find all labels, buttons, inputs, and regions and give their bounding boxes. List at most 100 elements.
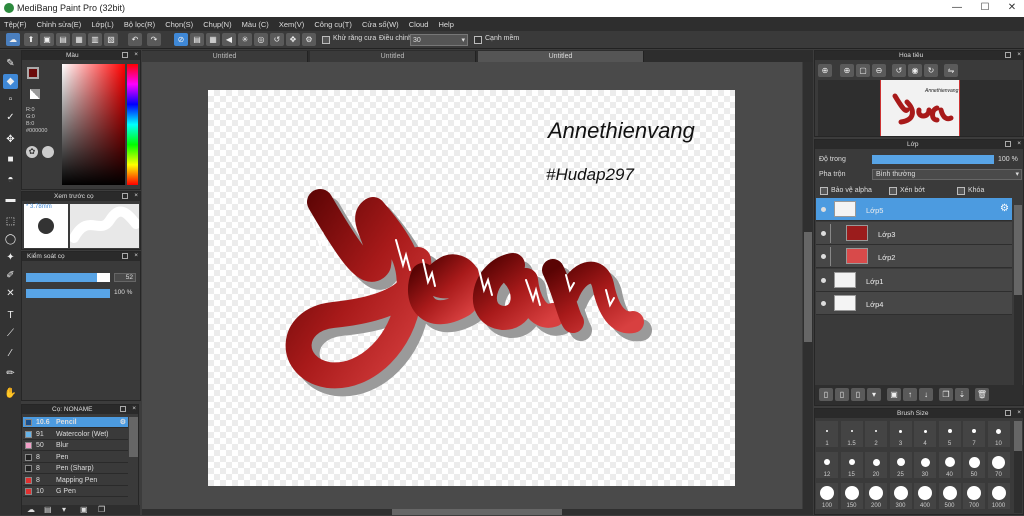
brush-tool-icon[interactable]: ✎ bbox=[3, 56, 18, 71]
pen-tool-icon[interactable]: ✏ bbox=[3, 366, 18, 381]
hue-slider[interactable] bbox=[127, 64, 138, 185]
tone-icon[interactable]: ▦ bbox=[206, 33, 220, 46]
brush-size-option[interactable]: 20 bbox=[865, 452, 887, 478]
menu-filter[interactable]: Bộ lọc(R) bbox=[120, 17, 159, 29]
eye-icon[interactable] bbox=[821, 207, 826, 212]
horizontal-scroll-thumb[interactable] bbox=[392, 509, 562, 515]
select-pen-tool-icon[interactable]: ✐ bbox=[3, 268, 18, 283]
panel-close-icon[interactable]: × bbox=[134, 191, 138, 200]
color-mix-icon[interactable] bbox=[42, 146, 54, 158]
layer-scrollbar[interactable] bbox=[1014, 205, 1022, 385]
brush-size-option[interactable]: 5 bbox=[938, 421, 961, 447]
brush-settings-icon[interactable]: ⚙ bbox=[120, 417, 126, 428]
grid-icon[interactable]: ▥ bbox=[88, 33, 102, 46]
close-button[interactable]: ✕ bbox=[1005, 1, 1019, 15]
horizontal-scrollbar[interactable] bbox=[142, 509, 803, 515]
open-icon[interactable]: ⬆ bbox=[24, 33, 38, 46]
dot-tool-icon[interactable]: ▫ bbox=[3, 92, 18, 107]
select-tool-icon[interactable]: ✓ bbox=[3, 110, 18, 125]
protect-alpha-checkbox[interactable] bbox=[820, 187, 828, 195]
brush-size-input[interactable]: 52 bbox=[114, 273, 136, 282]
brush-size-option[interactable]: 100 bbox=[816, 483, 838, 509]
brush-list-item[interactable]: 10 G Pen bbox=[23, 486, 128, 497]
delete-layer-icon[interactable]: 🗑 bbox=[975, 388, 989, 401]
bucket-tool-icon[interactable]: ◓ bbox=[3, 172, 18, 187]
blend-mode-dropdown[interactable]: Bình thường ▾ bbox=[872, 169, 1022, 180]
duplicate-layer-icon[interactable]: ❐ bbox=[939, 388, 953, 401]
brush-size-option[interactable]: 700 bbox=[963, 483, 985, 509]
rotate-right-icon[interactable]: ↻ bbox=[924, 64, 938, 77]
minimize-button[interactable]: — bbox=[950, 1, 964, 15]
brush-size-scrollbar[interactable] bbox=[1014, 421, 1022, 513]
brush-opacity-slider[interactable] bbox=[26, 289, 110, 298]
layer-row[interactable]: Lớp4 bbox=[816, 292, 1012, 315]
menu-view[interactable]: Xem(V) bbox=[275, 17, 308, 29]
layer-row[interactable]: Lớp1 bbox=[816, 268, 1012, 292]
tab-document-2[interactable]: Untitled bbox=[310, 51, 476, 62]
brush-list-item[interactable]: 50 Blur bbox=[23, 440, 128, 451]
brush-size-option[interactable]: 40 bbox=[938, 452, 961, 478]
saturation-value-picker[interactable] bbox=[62, 64, 125, 185]
menu-edit[interactable]: Chỉnh sửa(E) bbox=[33, 17, 86, 29]
flip-icon[interactable]: ⇋ bbox=[944, 64, 958, 77]
new-1bit-layer-icon[interactable]: ▯ bbox=[851, 388, 865, 401]
rect-select-tool-icon[interactable]: ⬚ bbox=[3, 214, 18, 229]
brush-size-option[interactable]: 3 bbox=[889, 421, 912, 447]
magic-wand-tool-icon[interactable]: ✦ bbox=[3, 250, 18, 265]
hatch-icon[interactable]: ▤ bbox=[190, 33, 204, 46]
folder-icon[interactable]: ▣ bbox=[80, 505, 88, 514]
brush-size-option[interactable]: 300 bbox=[889, 483, 912, 509]
new-halftone-layer-icon[interactable]: ▯ bbox=[835, 388, 849, 401]
gradient-tool-icon[interactable]: ▬ bbox=[3, 192, 18, 207]
divide-tool-icon[interactable]: ⟋ bbox=[3, 326, 18, 341]
eye-icon[interactable] bbox=[821, 277, 826, 283]
brush-size-option[interactable]: 12 bbox=[816, 452, 838, 478]
select-eraser-tool-icon[interactable]: ✕ bbox=[3, 286, 18, 301]
columns-icon[interactable]: ▧ bbox=[104, 33, 118, 46]
ellipse-icon[interactable]: ◎ bbox=[254, 33, 268, 46]
panel-float-icon[interactable] bbox=[1005, 410, 1011, 416]
eraser-tool-icon[interactable]: ◆ bbox=[3, 74, 18, 89]
layer-up-icon[interactable]: ↑ bbox=[903, 388, 917, 401]
clipping-checkbox[interactable] bbox=[889, 187, 897, 195]
palette-icon[interactable]: ✿ bbox=[26, 146, 38, 158]
panel-close-icon[interactable]: × bbox=[1017, 50, 1021, 59]
panel-float-icon[interactable] bbox=[122, 253, 128, 259]
fill-rect-tool-icon[interactable]: ■ bbox=[3, 152, 18, 167]
brush-size-slider[interactable] bbox=[26, 273, 110, 282]
brush-size-option[interactable]: 7 bbox=[963, 421, 985, 447]
perspective-left-icon[interactable]: ◀ bbox=[222, 33, 236, 46]
curve-icon[interactable]: ↺ bbox=[270, 33, 284, 46]
radial-icon[interactable]: ✳ bbox=[238, 33, 252, 46]
panel-close-icon[interactable]: × bbox=[1017, 408, 1021, 417]
brush-size-option[interactable]: 25 bbox=[889, 452, 912, 478]
brush-size-option[interactable]: 1.5 bbox=[840, 421, 863, 447]
brush-size-option[interactable]: 150 bbox=[840, 483, 863, 509]
text-tool-icon[interactable]: T bbox=[3, 308, 18, 323]
brush-size-option[interactable]: 2 bbox=[865, 421, 887, 447]
menu-layer[interactable]: Lớp(L) bbox=[87, 17, 117, 29]
brush-list-item[interactable]: 8 Pen bbox=[23, 452, 128, 463]
panel-float-icon[interactable] bbox=[1005, 52, 1011, 58]
panel-close-icon[interactable]: × bbox=[134, 50, 138, 59]
maximize-button[interactable]: ☐ bbox=[978, 1, 992, 15]
add-layer-menu-icon[interactable]: ▾ bbox=[867, 388, 881, 401]
add-brush-icon[interactable]: ☁ bbox=[27, 505, 35, 514]
hand-tool-icon[interactable]: ✋ bbox=[3, 386, 18, 401]
lasso-tool-icon[interactable]: ◯ bbox=[3, 232, 18, 247]
layer-row[interactable]: Lớp3 bbox=[816, 221, 1012, 245]
brush-size-option[interactable]: 10 bbox=[987, 421, 1010, 447]
brush-menu-icon[interactable]: ▾ bbox=[62, 505, 66, 514]
panel-float-icon[interactable] bbox=[120, 406, 126, 412]
adjust-dropdown[interactable]: 30 ▾ bbox=[410, 34, 468, 46]
new-layer-icon[interactable]: ▯ bbox=[819, 388, 833, 401]
merge-layer-icon[interactable]: ⇣ bbox=[955, 388, 969, 401]
brush-size-option[interactable]: 50 bbox=[963, 452, 985, 478]
navigator-preview-area[interactable]: Annethienvang bbox=[818, 80, 1022, 136]
zoom-fit-icon[interactable]: ⊕ bbox=[840, 64, 854, 77]
layer-scroll-thumb[interactable] bbox=[1014, 205, 1022, 295]
redo-icon[interactable]: ↷ bbox=[147, 33, 161, 46]
vertical-scrollbar[interactable] bbox=[803, 62, 813, 515]
menu-tools[interactable]: Công cụ(T) bbox=[310, 17, 356, 29]
brush-size-option[interactable]: 70 bbox=[987, 452, 1010, 478]
